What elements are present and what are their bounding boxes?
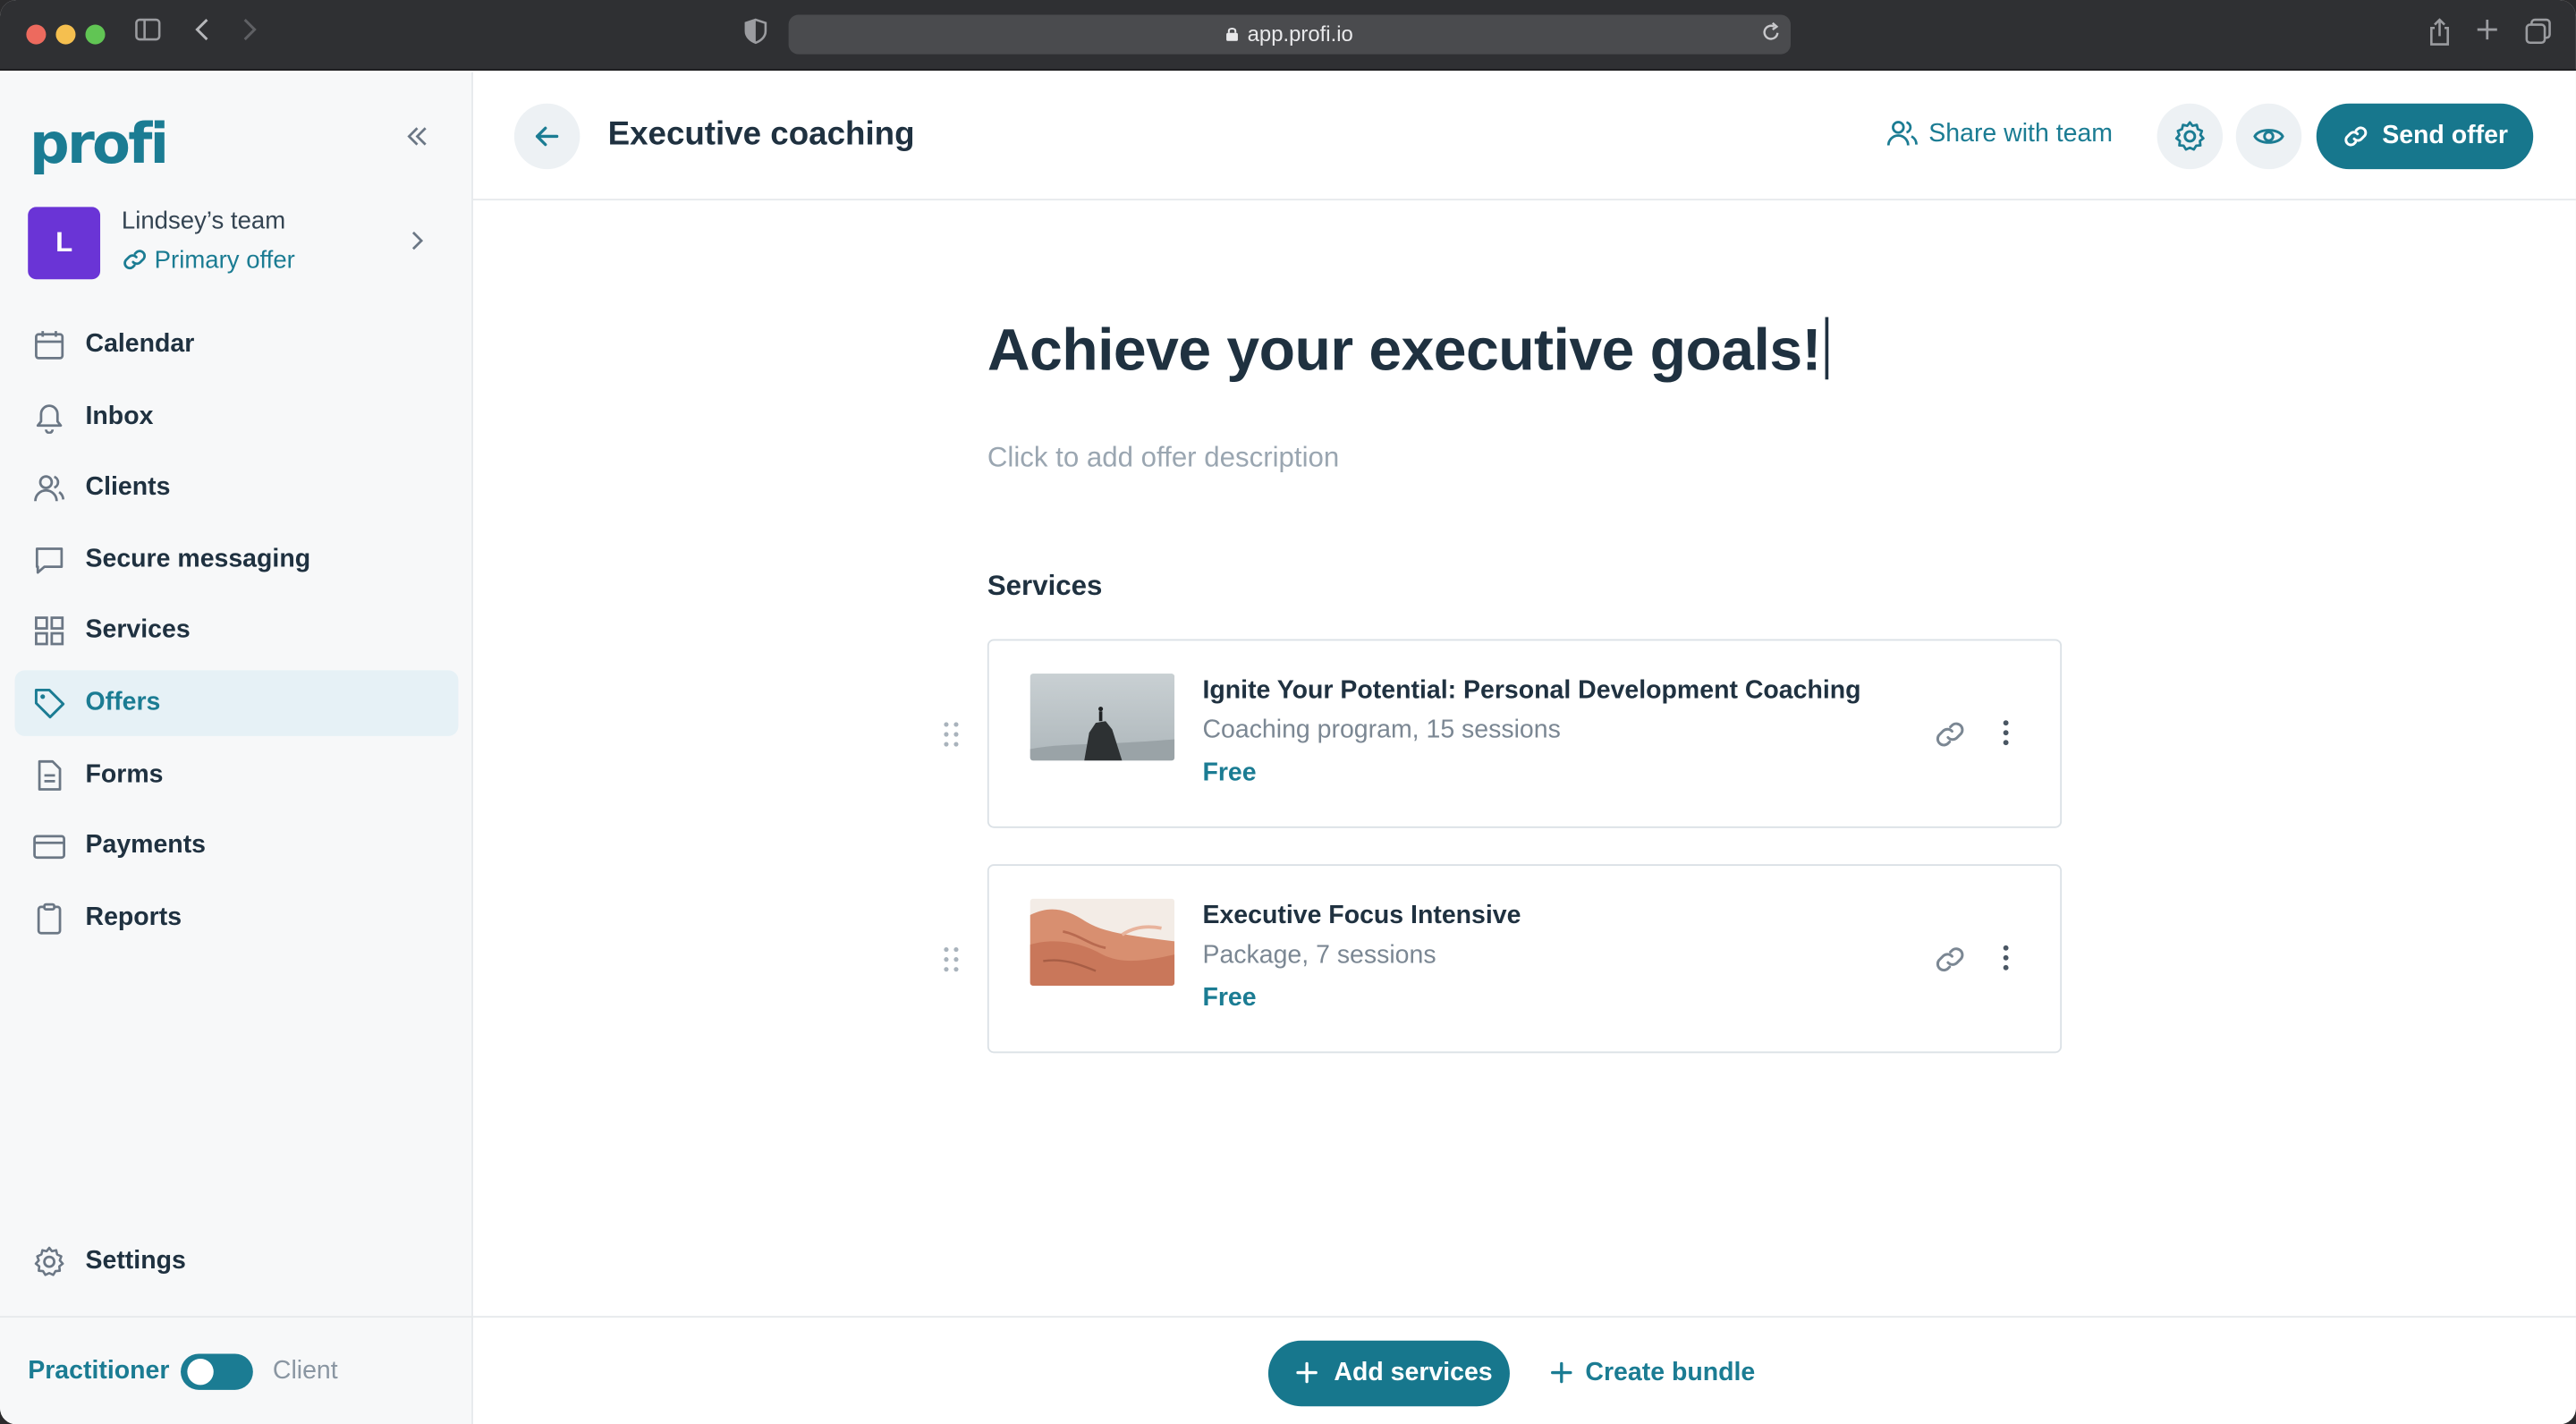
chat-icon <box>35 547 64 574</box>
chevron-right-icon <box>411 230 424 259</box>
clasped-hands-image <box>1030 898 1175 987</box>
drag-handle-icon[interactable] <box>943 721 959 756</box>
team-name: Lindsey’s team <box>121 207 286 235</box>
browser-back-icon[interactable] <box>194 18 210 51</box>
minimize-window-button[interactable] <box>55 24 76 45</box>
sidebar-nav: Calendar Inbox Clients Secure messaging … <box>14 312 459 957</box>
primary-offer-link[interactable]: Primary offer <box>122 247 295 275</box>
more-options-icon[interactable] <box>2001 943 2011 980</box>
address-bar[interactable]: app.profi.io <box>788 14 1792 55</box>
team-avatar: L <box>28 207 101 280</box>
service-card[interactable]: Ignite Your Potential: Personal Developm… <box>944 639 2063 828</box>
share-page-icon[interactable] <box>2428 18 2452 55</box>
reload-icon[interactable] <box>1761 21 1781 51</box>
shield-icon[interactable] <box>744 18 767 54</box>
sidebar-item-payments[interactable]: Payments <box>15 813 459 878</box>
users-icon <box>1886 121 1918 146</box>
sidebar-item-calendar[interactable]: Calendar <box>15 312 459 377</box>
service-title: Executive Focus Intensive <box>1202 902 1521 930</box>
link-icon <box>2344 126 2368 147</box>
service-price: Free <box>1202 984 1257 1013</box>
team-switcher[interactable]: L Lindsey’s team Primary offer <box>28 207 446 282</box>
tag-icon <box>34 688 65 719</box>
browser-window: app.profi.io profi L Lindsey’s team Prim… <box>0 0 2576 1424</box>
practitioner-mode-label[interactable]: Practitioner <box>28 1357 169 1386</box>
service-title: Ignite Your Potential: Personal Developm… <box>1202 676 1861 705</box>
link-icon[interactable] <box>1934 943 1967 984</box>
sidebar-item-forms[interactable]: Forms <box>15 742 459 807</box>
sidebar-item-label: Payments <box>85 831 207 860</box>
card-icon <box>33 835 66 860</box>
offer-editor: Executive coaching Share with team Send … <box>472 72 2576 1424</box>
mode-toggle[interactable] <box>181 1353 253 1390</box>
sidebar-item-label: Services <box>85 616 191 645</box>
sidebar-item-clients[interactable]: Clients <box>15 455 459 521</box>
gear-icon <box>34 1246 64 1276</box>
tabs-overview-icon[interactable] <box>2525 18 2551 54</box>
create-bundle-button[interactable]: Create bundle <box>1551 1359 1755 1388</box>
collapse-sidebar-icon[interactable] <box>406 125 429 155</box>
send-offer-button[interactable]: Send offer <box>2316 103 2534 170</box>
offer-settings-button[interactable] <box>2157 103 2224 170</box>
document-icon <box>38 759 62 791</box>
sidebar-item-secure-messaging[interactable]: Secure messaging <box>15 527 459 592</box>
plus-icon <box>1551 1361 1572 1384</box>
arrow-left-icon <box>535 126 559 147</box>
text-caret <box>1824 317 1828 380</box>
sidebar-item-label: Forms <box>85 759 164 788</box>
calendar-icon <box>35 331 64 360</box>
mountain-summit-image <box>1030 674 1175 761</box>
sidebar-item-settings[interactable]: Settings <box>15 1229 459 1301</box>
sidebar-item-label: Inbox <box>85 402 154 430</box>
sidebar-item-label: Reports <box>85 903 182 931</box>
service-card[interactable]: Executive Focus Intensive Package, 7 ses… <box>944 864 2063 1054</box>
client-mode-label[interactable]: Client <box>273 1357 338 1386</box>
lock-icon <box>1226 28 1239 41</box>
services-heading: Services <box>987 570 1103 602</box>
link-icon[interactable] <box>1934 718 1967 759</box>
browser-toolbar: app.profi.io <box>0 0 2576 71</box>
page-title: Executive coaching <box>607 116 915 153</box>
url-text: app.profi.io <box>1247 21 1353 47</box>
offer-description-field[interactable]: Click to add offer description <box>987 442 1339 475</box>
offer-content: Achieve your executive goals! Click to a… <box>944 316 2063 1054</box>
sidebar-item-label: Secure messaging <box>85 545 311 573</box>
zoom-window-button[interactable] <box>85 24 106 45</box>
sidebar-item-offers[interactable]: Offers <box>14 670 459 736</box>
new-tab-icon[interactable] <box>2476 18 2499 51</box>
plus-icon <box>1296 1361 1318 1384</box>
sidebar-toggle-icon[interactable] <box>135 18 161 51</box>
clipboard-icon <box>37 903 62 935</box>
sidebar-item-label: Offers <box>85 688 161 716</box>
browser-forward-icon[interactable] <box>242 18 258 51</box>
service-subtitle: Package, 7 sessions <box>1202 941 1436 970</box>
grid-icon <box>35 616 64 647</box>
offer-headline[interactable]: Achieve your executive goals! <box>987 316 2062 385</box>
share-with-team-button[interactable]: Share with team <box>1886 118 2113 149</box>
more-options-icon[interactable] <box>2001 718 2011 756</box>
add-services-button[interactable]: Add services <box>1267 1340 1510 1407</box>
close-window-button[interactable] <box>26 24 47 45</box>
sidebar: profi L Lindsey’s team Primary offer Cal… <box>0 72 473 1424</box>
bottom-action-bar: Add services Create bundle <box>472 1316 2576 1424</box>
mode-switcher: Practitioner Client <box>0 1316 473 1424</box>
bell-icon <box>36 403 63 434</box>
service-price: Free <box>1202 759 1257 787</box>
sidebar-item-reports[interactable]: Reports <box>15 886 459 951</box>
sidebar-item-label: Clients <box>85 473 171 502</box>
sidebar-item-services[interactable]: Services <box>15 598 459 664</box>
gear-icon <box>2174 121 2205 151</box>
service-subtitle: Coaching program, 15 sessions <box>1202 716 1561 745</box>
sidebar-item-inbox[interactable]: Inbox <box>15 384 459 449</box>
page-header: Executive coaching Share with team Send … <box>472 72 2576 201</box>
eye-icon <box>2253 129 2284 144</box>
sidebar-item-label: Settings <box>85 1247 186 1276</box>
profi-logo[interactable]: profi <box>30 112 169 177</box>
preview-button[interactable] <box>2235 103 2302 170</box>
sidebar-item-label: Calendar <box>85 330 195 359</box>
link-icon <box>123 250 146 270</box>
drag-handle-icon[interactable] <box>943 946 959 981</box>
users-icon <box>34 475 65 502</box>
back-button[interactable] <box>513 103 580 170</box>
